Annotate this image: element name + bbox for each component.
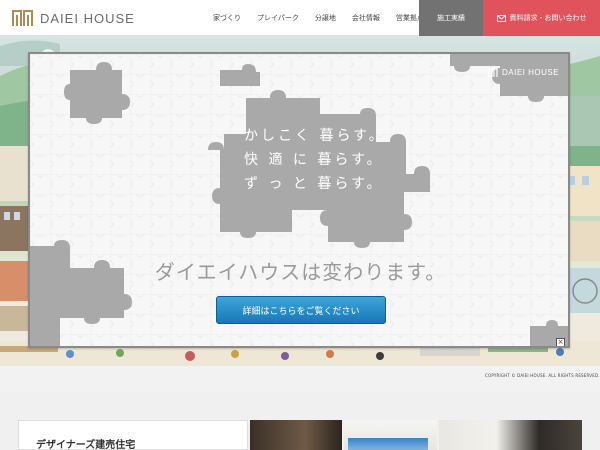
modal-headline: ダイエイハウスは変わります。 [154, 260, 447, 284]
logo-text: DAIEI HOUSE [40, 10, 135, 26]
copyright: COPYRIGHT © DAIEI HOUSE. ALL RIGHTS RESE… [485, 373, 600, 378]
feature-card-title: デザイナーズ建売住宅 [36, 440, 136, 450]
mail-icon [496, 14, 506, 22]
slogan-line-2: 快 適 に 暮らす。 [244, 152, 384, 168]
announcement-modal: DAIEI HOUSE かしこく 暮らす。 快 適 に 暮らす。 ず っ と 暮… [28, 52, 570, 348]
modal-brand: DAIEI HOUSE [488, 68, 559, 77]
nav-item-house-building[interactable]: 家づくり [205, 13, 249, 23]
main-nav: 家づくり プレイパーク 分譲地 会社情報 営業拠点 [205, 0, 432, 36]
contact-button[interactable]: 資料請求・お問い合わせ [483, 0, 600, 36]
nav-item-lots[interactable]: 分譲地 [307, 13, 344, 23]
details-button[interactable]: 詳細はこちらをご覧ください [216, 296, 386, 324]
nav-item-company[interactable]: 会社情報 [344, 13, 388, 23]
brand-mark-icon [488, 68, 498, 77]
nav-item-play-park[interactable]: プレイパーク [249, 13, 307, 23]
contact-button-label: 資料請求・お問い合わせ [509, 14, 587, 22]
slogan: かしこく 暮らす。 快 適 に 暮らす。 ず っ と 暮らす。 [244, 124, 404, 196]
slogan-line-1: かしこく 暮らす。 [244, 128, 386, 144]
page: DAIEI HOUSE 家づくり プレイパーク 分譲地 会社情報 営業拠点 施工… [0, 0, 600, 450]
interior-photo-1[interactable] [250, 420, 342, 450]
slogan-line-3: ず っ と 暮らす。 [244, 176, 384, 192]
interior-photo-3[interactable] [439, 420, 582, 450]
modal-brand-text: DAIEI HOUSE [502, 68, 560, 77]
close-icon[interactable]: × [556, 338, 565, 346]
logo-mark-icon [12, 10, 33, 26]
site-logo[interactable]: DAIEI HOUSE [12, 9, 135, 27]
sky-view [348, 438, 428, 450]
site-header: DAIEI HOUSE 家づくり プレイパーク 分譲地 会社情報 営業拠点 施工… [0, 0, 600, 36]
works-button[interactable]: 施工実績 [419, 0, 483, 36]
